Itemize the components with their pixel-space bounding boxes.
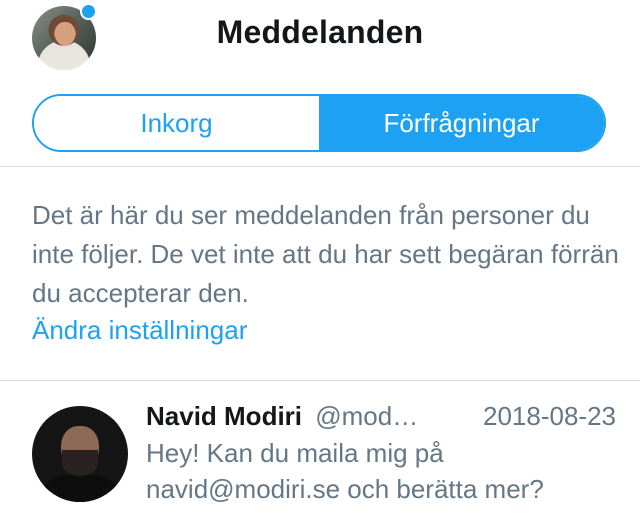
avatar-beard [62,450,98,476]
message-header: Navid Modiri @mod… 2018-08-23 [146,399,616,433]
message-request-row[interactable]: Navid Modiri @mod… 2018-08-23 Hey! Kan d… [0,381,640,515]
sender-avatar[interactable] [32,406,128,502]
sender-name: Navid Modiri [146,401,303,431]
message-date: 2018-08-23 [483,401,616,431]
divider [0,166,640,167]
change-settings-link[interactable]: Ändra inställningar [32,311,247,350]
avatar-body [42,474,118,502]
sender-handle: @mod… [315,401,419,431]
segmented-control: Inkorg Förfrågningar [32,94,606,152]
tab-inkorg[interactable]: Inkorg [34,96,319,150]
header: Meddelanden [0,0,640,80]
message-preview: Hey! Kan du maila mig på navid@modiri.se… [146,438,544,504]
tab-forfragningar[interactable]: Förfrågningar [319,96,604,150]
requests-info-text: Det är här du ser meddelanden från perso… [32,200,619,308]
page-title: Meddelanden [216,14,424,50]
avatar-shirt [40,48,88,70]
